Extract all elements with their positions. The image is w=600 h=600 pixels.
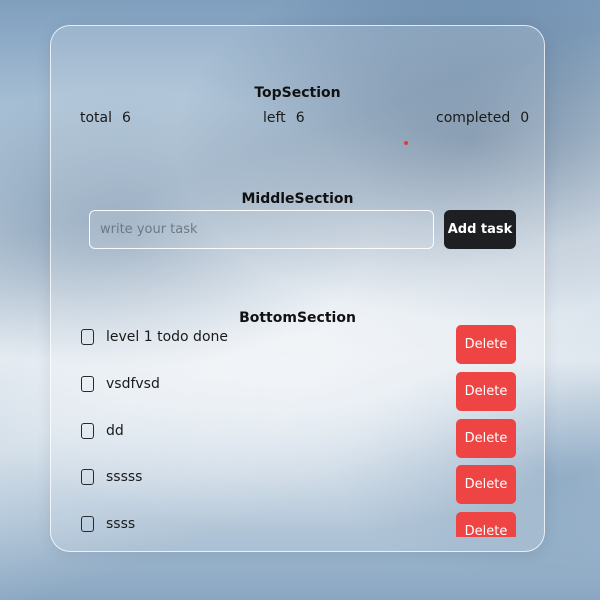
delete-button[interactable]: Delete [456,372,516,411]
task-checkbox[interactable] [81,376,94,392]
task-label: ssss [106,516,136,532]
list-item: vsdfvsd Delete [51,372,544,412]
todo-card: TopSection total 6 left 6 completed 0 Middl… [50,25,545,552]
task-label: level 1 todo done [106,329,228,345]
delete-button[interactable]: Delete [456,512,516,537]
total-label: total [80,110,113,126]
left-value: 6 [295,110,305,126]
task-checkbox[interactable] [81,329,94,345]
task-checkbox[interactable] [81,516,94,532]
delete-button[interactable]: Delete [456,419,516,458]
list-item: sssss Delete [51,465,544,505]
task-list[interactable]: level 1 todo done Delete vsdfvsd Delete … [51,322,544,537]
task-label: vsdfvsd [106,376,160,392]
task-input[interactable] [89,210,434,249]
completed-label: completed [436,110,511,126]
left-stat: left 6 [263,110,305,126]
middle-section-title: MiddleSection [241,191,354,207]
top-section-title: TopSection [254,85,341,101]
list-item: dd Delete [51,419,544,459]
total-stat: total 6 [80,110,131,126]
completed-value: 0 [520,110,530,126]
total-value: 6 [122,110,131,126]
task-checkbox[interactable] [81,469,94,485]
delete-button[interactable]: Delete [456,465,516,504]
task-checkbox[interactable] [81,423,94,439]
indicator-dot [404,141,408,145]
add-task-button[interactable]: Add task [444,210,516,249]
list-item: level 1 todo done Delete [51,325,544,365]
list-item: ssss Delete [51,512,544,537]
left-label: left [263,110,286,126]
delete-button[interactable]: Delete [456,325,516,364]
task-label: sssss [106,469,143,485]
task-label: dd [106,423,124,439]
completed-stat: completed 0 [436,110,529,126]
